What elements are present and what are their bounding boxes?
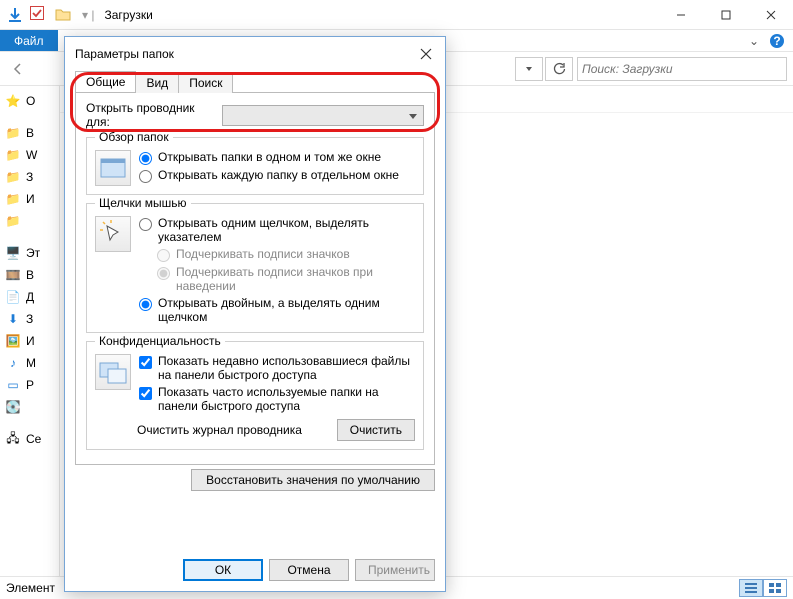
tab-general[interactable]: Общие bbox=[75, 71, 136, 92]
address-history-dropdown[interactable] bbox=[515, 57, 543, 81]
folder-icon: 📁 bbox=[4, 212, 22, 230]
radio-separate-window[interactable]: Открывать каждую папку в отдельном окне bbox=[139, 168, 399, 183]
folder-icon: 📁 bbox=[4, 168, 22, 186]
open-explorer-for-label: Открыть проводник для: bbox=[86, 101, 216, 129]
tab-panel-general: Открыть проводник для: Обзор папок Откры… bbox=[75, 92, 435, 465]
privacy-icon bbox=[95, 354, 131, 390]
title-bar: ▾ | Загрузки bbox=[0, 0, 793, 30]
sidebar-item[interactable]: 🖼️И bbox=[0, 330, 59, 352]
folder-icon: 📁 bbox=[4, 124, 22, 142]
radio-underline-hover: Подчеркивать подписи значков при наведен… bbox=[157, 265, 415, 293]
desktop-icon: ▭ bbox=[4, 376, 22, 394]
dialog-title: Параметры папок bbox=[75, 47, 174, 61]
tab-view[interactable]: Вид bbox=[135, 72, 179, 93]
sidebar-item[interactable]: 📄Д bbox=[0, 286, 59, 308]
tab-search[interactable]: Поиск bbox=[178, 72, 233, 93]
maximize-button[interactable] bbox=[703, 0, 748, 30]
click-items-legend: Щелчки мышью bbox=[95, 196, 191, 210]
browse-folders-legend: Обзор папок bbox=[95, 130, 173, 144]
svg-text:?: ? bbox=[773, 34, 780, 48]
video-icon: 🎞️ bbox=[4, 266, 22, 284]
browse-folders-group: Обзор папок Открывать папки в одном и то… bbox=[86, 137, 424, 195]
status-text: Элемент bbox=[6, 581, 55, 595]
search-box[interactable] bbox=[577, 57, 787, 81]
icons-view-button[interactable] bbox=[763, 579, 787, 597]
cursor-click-icon bbox=[95, 216, 131, 252]
radio-underline-always: Подчеркивать подписи значков bbox=[157, 247, 415, 262]
sidebar-item[interactable]: ⭐O bbox=[0, 90, 59, 112]
ribbon-expand-icon[interactable]: ⌄ bbox=[749, 34, 759, 48]
clear-history-label: Очистить журнал проводника bbox=[137, 423, 302, 437]
music-icon: ♪ bbox=[4, 354, 22, 372]
window-title: Загрузки bbox=[104, 8, 152, 22]
clear-history-button[interactable]: Очистить bbox=[337, 419, 415, 441]
sidebar-item[interactable]: 📁З bbox=[0, 166, 59, 188]
window-icon bbox=[95, 150, 131, 186]
document-icon: 📄 bbox=[4, 288, 22, 306]
download-arrow-icon bbox=[6, 6, 24, 24]
sidebar-item[interactable]: ♪М bbox=[0, 352, 59, 374]
folder-icon bbox=[54, 6, 72, 24]
details-view-button[interactable] bbox=[739, 579, 763, 597]
folder-options-dialog: Параметры папок Общие Вид Поиск Открыть … bbox=[64, 36, 446, 592]
back-button[interactable] bbox=[6, 57, 30, 81]
sidebar-item[interactable]: ▭Р bbox=[0, 374, 59, 396]
computer-icon: 🖥️ bbox=[4, 244, 22, 262]
sidebar-item[interactable]: 💽 bbox=[0, 396, 59, 418]
star-icon: ⭐ bbox=[4, 92, 22, 110]
folder-icon: 📁 bbox=[4, 190, 22, 208]
open-explorer-for-combo[interactable] bbox=[222, 105, 424, 126]
sidebar-item[interactable]: 📁В bbox=[0, 122, 59, 144]
nav-sidebar[interactable]: ⭐O 📁В 📁W 📁З 📁И 📁 🖥️Эт 🎞️В 📄Д ⬇З 🖼️И ♪М ▭… bbox=[0, 86, 60, 576]
sidebar-item[interactable]: 📁 bbox=[0, 210, 59, 232]
refresh-button[interactable] bbox=[545, 57, 573, 81]
search-input[interactable] bbox=[582, 62, 782, 76]
checkbox-quick-icon[interactable] bbox=[30, 6, 48, 24]
ok-button[interactable]: ОК bbox=[183, 559, 263, 581]
check-frequent-folders[interactable]: Показать часто используемые папки на пан… bbox=[139, 385, 415, 413]
radio-double-click[interactable]: Открывать двойным, а выделять одним щелч… bbox=[139, 296, 415, 324]
close-button[interactable] bbox=[748, 0, 793, 30]
download-icon: ⬇ bbox=[4, 310, 22, 328]
qatoolbar-divider: ▾ | bbox=[82, 8, 94, 22]
check-recent-files[interactable]: Показать недавно использовавшиеся файлы … bbox=[139, 354, 415, 382]
privacy-group: Конфиденциальность Показать недавно испо… bbox=[86, 341, 424, 450]
radio-single-click[interactable]: Открывать одним щелчком, выделять указат… bbox=[139, 216, 415, 244]
drive-icon: 💽 bbox=[4, 398, 22, 416]
minimize-button[interactable] bbox=[658, 0, 703, 30]
help-icon[interactable]: ? bbox=[769, 33, 785, 49]
network-icon: 🖧 bbox=[4, 430, 22, 448]
folder-icon: 📁 bbox=[4, 146, 22, 164]
sidebar-item[interactable]: 📁W bbox=[0, 144, 59, 166]
click-items-group: Щелчки мышью Открывать одним щелчком, вы… bbox=[86, 203, 424, 333]
tab-strip: Общие Вид Поиск bbox=[75, 71, 435, 92]
apply-button[interactable]: Применить bbox=[355, 559, 435, 581]
restore-defaults-button[interactable]: Восстановить значения по умолчанию bbox=[191, 469, 435, 491]
sidebar-item-this-pc[interactable]: 🖥️Эт bbox=[0, 242, 59, 264]
cancel-button[interactable]: Отмена bbox=[269, 559, 349, 581]
radio-same-window[interactable]: Открывать папки в одном и том же окне bbox=[139, 150, 399, 165]
sidebar-item[interactable]: 🎞️В bbox=[0, 264, 59, 286]
privacy-legend: Конфиденциальность bbox=[95, 334, 225, 348]
picture-icon: 🖼️ bbox=[4, 332, 22, 350]
sidebar-item-downloads[interactable]: ⬇З bbox=[0, 308, 59, 330]
sidebar-item-network[interactable]: 🖧Се bbox=[0, 428, 59, 450]
dialog-close-button[interactable] bbox=[417, 45, 435, 63]
file-tab[interactable]: Файл bbox=[0, 30, 58, 51]
sidebar-item[interactable]: 📁И bbox=[0, 188, 59, 210]
